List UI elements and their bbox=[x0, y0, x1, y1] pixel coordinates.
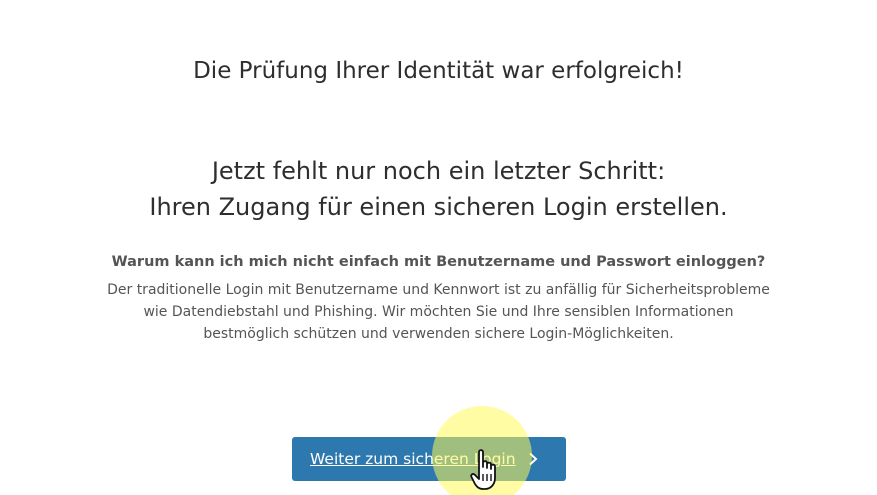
continue-secure-login-label: Weiter zum sicheren Login bbox=[310, 450, 516, 468]
page: Die Prüfung Ihrer Identität war erfolgre… bbox=[0, 0, 877, 495]
success-title: Die Prüfung Ihrer Identität war erfolgre… bbox=[193, 58, 684, 84]
faq-answer: Der traditionelle Login mit Benutzername… bbox=[0, 279, 877, 345]
continue-secure-login-button[interactable]: Weiter zum sicheren Login bbox=[292, 437, 566, 481]
faq-answer-line-1: Der traditionelle Login mit Benutzername… bbox=[107, 282, 770, 298]
faq-question: Warum kann ich mich nicht einfach mit Be… bbox=[111, 254, 766, 270]
faq-answer-line-3: bestmöglich schützen und verwenden siche… bbox=[203, 326, 674, 342]
chevron-right-icon bbox=[528, 452, 538, 466]
step-heading: Jetzt fehlt nur noch ein letzter Schritt… bbox=[0, 153, 877, 225]
step-heading-line-1: Jetzt fehlt nur noch ein letzter Schritt… bbox=[211, 157, 666, 185]
faq-answer-line-2: wie Datendiebstahl und Phishing. Wir möc… bbox=[143, 304, 734, 320]
step-heading-line-2: Ihren Zugang für einen sicheren Login er… bbox=[149, 193, 728, 221]
